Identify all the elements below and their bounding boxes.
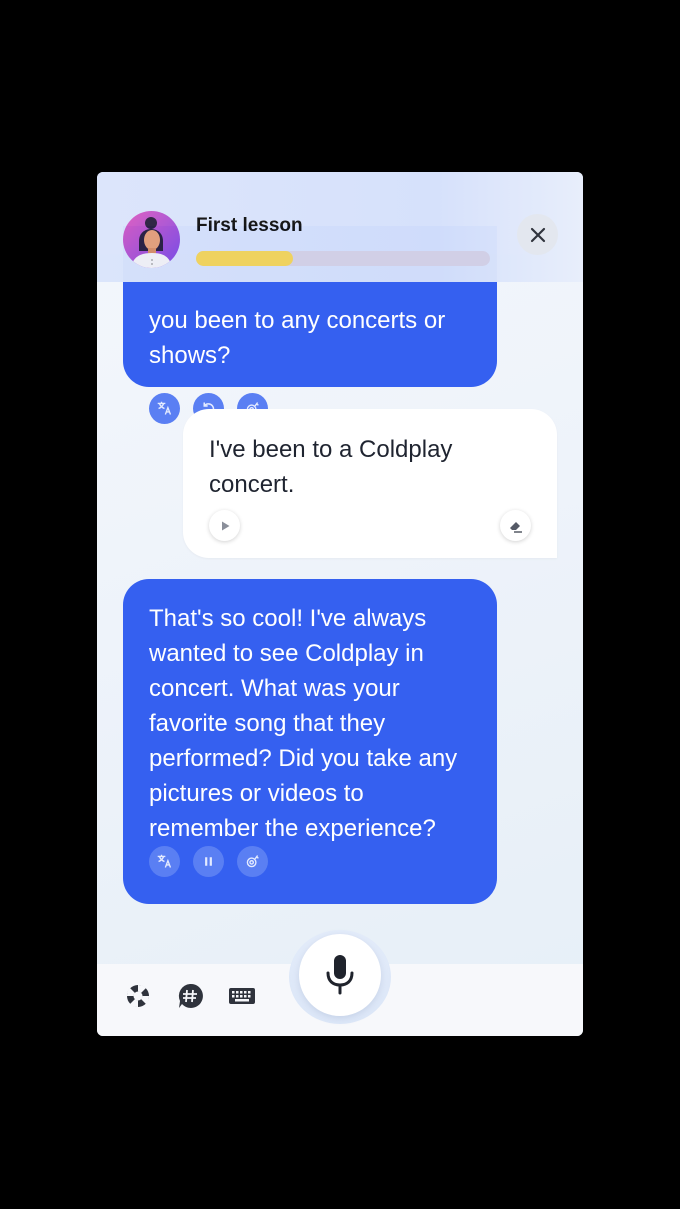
keyboard-button[interactable] (228, 982, 256, 1010)
lifebuoy-icon (126, 984, 150, 1008)
message-text: That's so cool! I've always wanted to se… (149, 605, 458, 842)
translate-icon[interactable] (149, 393, 180, 424)
pause-icon[interactable] (193, 846, 224, 877)
microphone-button[interactable] (299, 934, 381, 1016)
lesson-progress-bar (196, 251, 490, 266)
message-text: I've been to a Coldplay concert. (209, 436, 453, 498)
close-button[interactable] (517, 214, 558, 255)
close-icon (530, 227, 545, 242)
microphone-icon (326, 955, 354, 995)
lesson-header: First lesson (97, 172, 583, 282)
slow-speed-icon[interactable] (237, 846, 268, 877)
eraser-icon[interactable] (500, 510, 531, 541)
translate-icon[interactable] (149, 846, 180, 877)
message-text-partial: you been to any concerts or (149, 307, 446, 334)
lesson-progress-fill (196, 251, 294, 266)
play-icon[interactable] (209, 510, 240, 541)
keyboard-icon (229, 988, 255, 1004)
assistant-message: That's so cool! I've always wanted to se… (123, 579, 497, 904)
app-screen: you been to any concerts or shows? I've … (97, 172, 583, 1036)
hashtag-chat-icon (178, 983, 203, 1008)
message-actions (149, 846, 268, 877)
tutor-avatar (123, 211, 180, 268)
message-text: shows? (149, 342, 231, 369)
chat-area[interactable]: you been to any concerts or shows? I've … (97, 172, 583, 964)
user-message: I've been to a Coldplay concert. (183, 409, 557, 558)
lesson-title: First lesson (196, 215, 303, 236)
help-button[interactable] (124, 982, 152, 1010)
topics-button[interactable] (176, 982, 204, 1010)
